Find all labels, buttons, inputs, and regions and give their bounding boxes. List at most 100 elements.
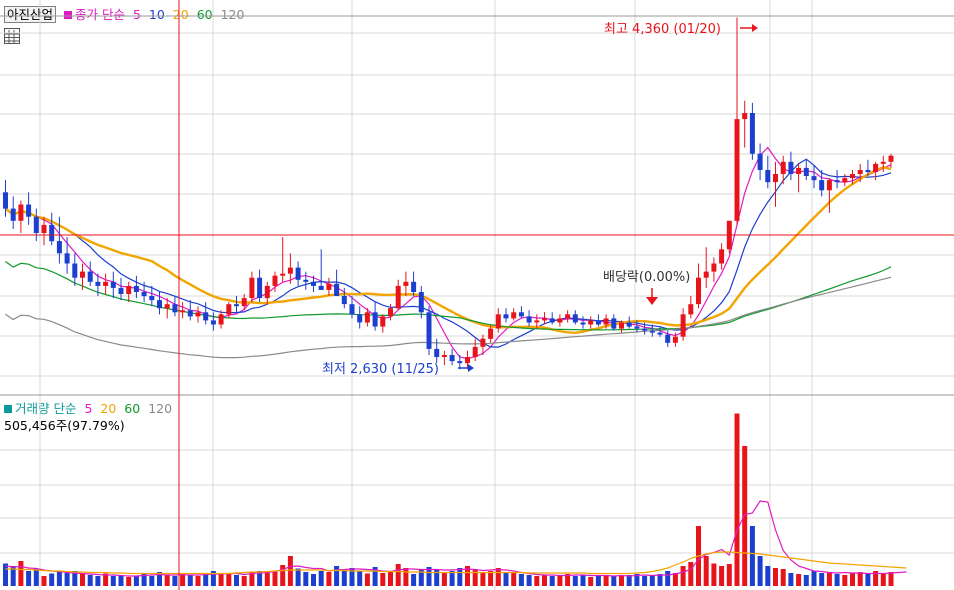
candle [588,316,594,329]
candle [511,308,517,321]
volume-bar [834,574,840,586]
volume-bar [241,576,247,586]
candle [796,163,802,193]
candle [749,102,755,160]
candle [26,192,32,225]
candle-body [826,180,832,191]
volume-bar [726,564,732,586]
candle [803,159,809,181]
volume-bar [619,576,624,586]
candle [518,306,524,319]
candle-body [472,346,478,358]
candle [734,17,740,225]
candle [565,310,571,323]
volume-bar [642,576,648,586]
candle [18,200,24,233]
candle-body [557,318,563,323]
volume-bar [734,413,740,586]
candle-body [742,113,748,120]
volume-bar [765,566,771,586]
volume-bar [311,574,316,586]
candle-body [765,170,771,183]
candle-body [411,281,417,292]
volume-bar [303,572,309,586]
candle-body [164,304,170,309]
candle [688,296,694,319]
candle-body [688,304,694,315]
candle [742,100,748,148]
candle-body [734,119,740,221]
volume-bar [172,576,178,586]
candle [788,151,794,181]
candle-body [619,322,624,329]
low-annotation: 최저 2,630 (11/25) [322,362,439,377]
candle [218,310,224,329]
volume-bar [572,576,578,586]
candle [180,302,186,319]
candle-body [680,314,686,337]
volume-bar [595,576,601,586]
candle-body [572,314,578,323]
candle-body [280,273,286,276]
candle-body [773,174,778,183]
candle [441,350,447,366]
volume-bar [819,573,825,586]
candle-body [580,322,586,325]
candle-body [672,336,678,343]
volume-bar [495,568,501,586]
candle [780,155,786,185]
volume-bar [126,577,132,586]
candlestick-chart[interactable]: 최고 4,360 (01/20) 최저 2,630 (11/25) 배당락(0.… [0,0,954,590]
candle [33,208,39,242]
candle-body [103,281,109,286]
candle-body [95,281,101,286]
candle [210,312,216,331]
candle-body [226,304,232,315]
volume-bar [149,576,155,586]
candle-body [372,312,378,327]
volume-bar [542,575,547,586]
candle-body [357,314,363,323]
candle-body [326,283,332,290]
volume-bar [388,571,393,586]
candle-body [403,281,409,286]
candle-body [495,314,501,329]
volume-bar [357,571,363,586]
candle [580,316,586,329]
candle [418,285,424,319]
volume-bar [195,576,201,586]
volume-bar [880,573,886,586]
volume-bar [164,575,170,586]
volume-bar [488,571,494,586]
candle [680,308,686,341]
candle [719,243,725,270]
volume-bar [603,575,609,586]
candle-body [649,330,655,333]
volume-bar [218,574,224,586]
candle-body [434,348,440,357]
candle [711,257,717,282]
volume-bar [757,556,763,586]
high-arrow-icon [740,24,758,32]
candle [773,161,778,207]
volume-bar [742,446,748,586]
candle-body [257,277,263,298]
volume-bar [557,575,563,586]
volume-bar [87,575,93,586]
volume-bar [449,571,455,586]
candle [595,314,601,327]
candle [572,310,578,325]
volume-bar [264,573,270,586]
candle [357,306,363,329]
volume-bar [234,575,239,586]
volume-bar [850,573,855,586]
volume-bar [95,576,101,586]
candle-body [141,292,147,297]
volume-bar [773,568,778,586]
candle-body [503,314,509,319]
candle-body [757,153,763,170]
candle-body [780,161,786,174]
candle-body [480,338,486,347]
candle-body [749,113,755,154]
candle [303,271,309,290]
